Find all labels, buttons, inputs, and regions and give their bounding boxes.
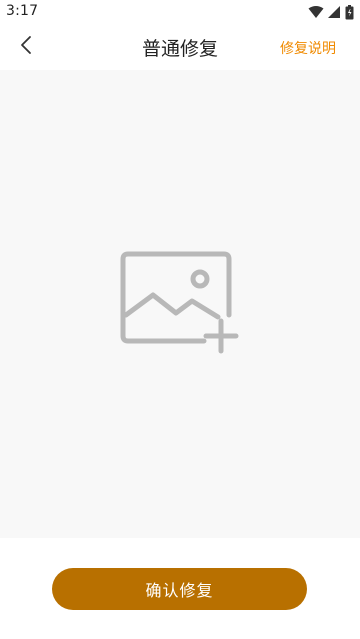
status-time: 3:17 <box>6 3 39 19</box>
battery-icon <box>345 4 354 20</box>
wifi-icon <box>308 5 324 19</box>
add-image-icon <box>118 251 242 361</box>
add-image-button[interactable] <box>118 249 242 357</box>
repair-guide-link[interactable]: 修复说明 <box>280 38 336 58</box>
app-bar: 普通修复 修复说明 <box>0 24 360 70</box>
confirm-repair-button[interactable]: 确认修复 <box>52 568 307 610</box>
signal-icon <box>328 5 341 19</box>
status-bar: 3:17 <box>0 0 360 24</box>
status-icons <box>308 4 354 20</box>
